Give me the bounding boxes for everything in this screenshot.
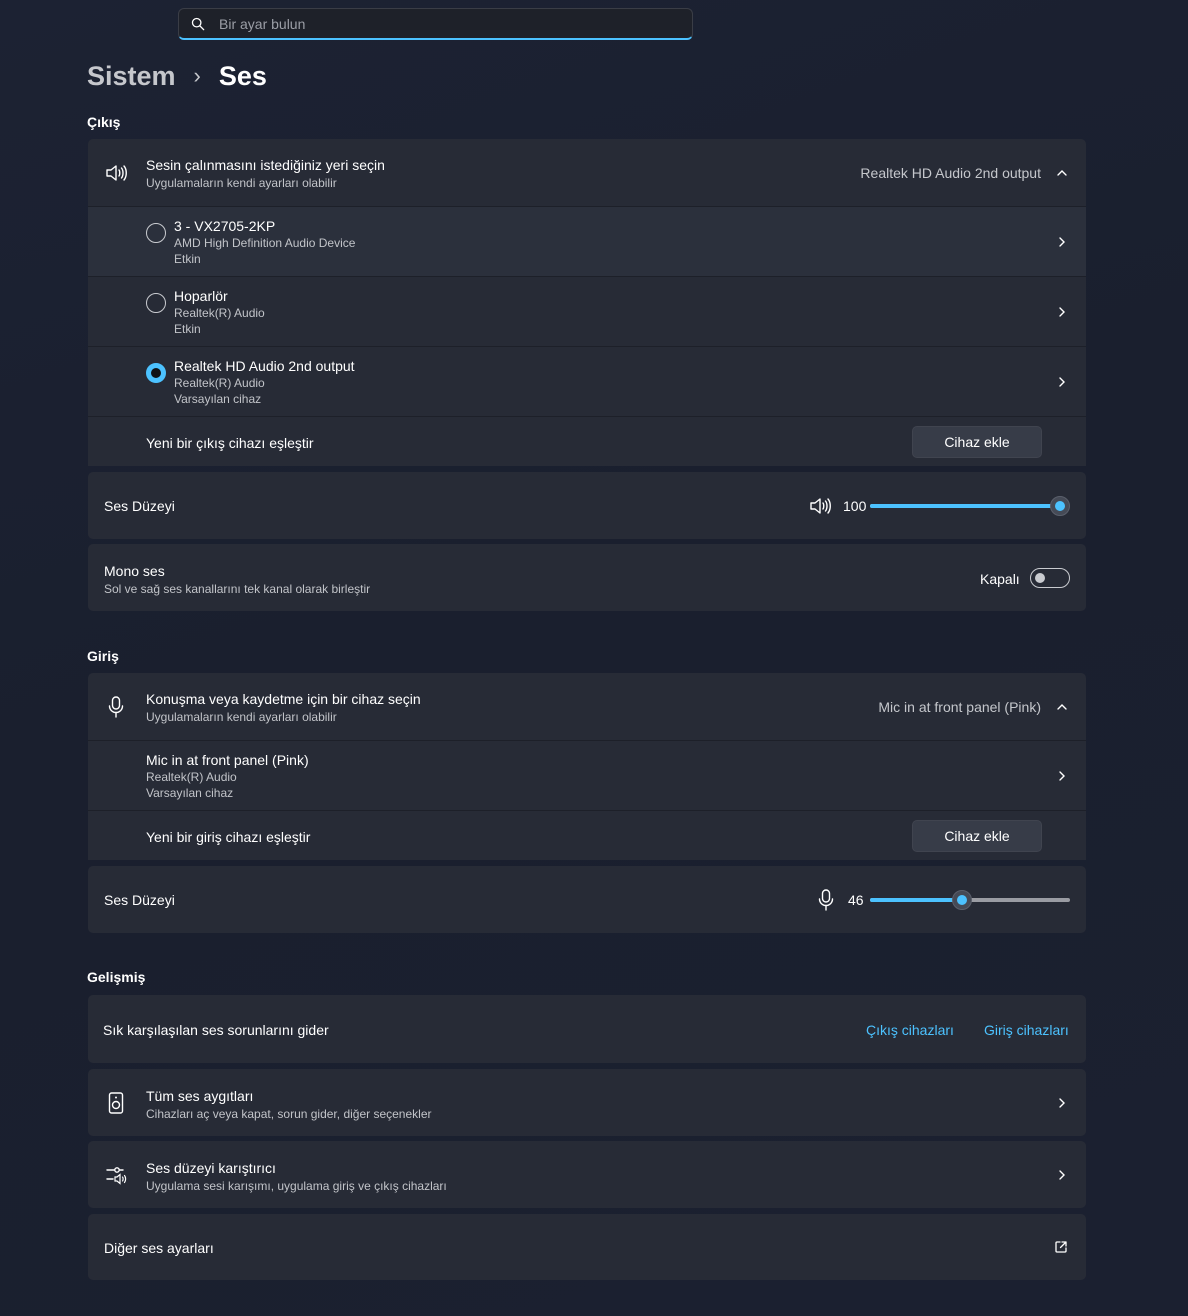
- troubleshoot-card: Sık karşılaşılan ses sorunlarını gider Ç…: [88, 995, 1086, 1063]
- input-selected-device: Mic in at front panel (Pink): [878, 699, 1041, 715]
- mixer-icon: [104, 1163, 128, 1187]
- speaker-icon[interactable]: [808, 495, 832, 517]
- add-output-device-button[interactable]: Cihaz ekle: [912, 426, 1042, 458]
- section-title-input: Giriş: [87, 648, 119, 664]
- search-box[interactable]: [178, 8, 693, 40]
- radio-button[interactable]: [146, 293, 166, 313]
- device-status: Etkin: [174, 322, 201, 336]
- mono-audio-card: Mono ses Sol ve sağ ses kanallarını tek …: [88, 544, 1086, 611]
- radio-button[interactable]: [146, 223, 166, 243]
- section-title-advanced: Gelişmiş: [87, 969, 146, 985]
- chevron-up-icon[interactable]: [1056, 701, 1068, 713]
- microphone-icon[interactable]: [818, 888, 834, 912]
- breadcrumb-separator: ›: [193, 63, 201, 88]
- output-selected-device: Realtek HD Audio 2nd output: [860, 165, 1041, 181]
- breadcrumb-sistem[interactable]: Sistem: [87, 61, 176, 92]
- radio-button-selected[interactable]: [146, 363, 166, 383]
- output-device-row-realtek-2nd[interactable]: Realtek HD Audio 2nd output Realtek(R) A…: [88, 346, 1086, 416]
- chevron-right-icon[interactable]: [1056, 306, 1068, 318]
- output-volume-value: 100: [843, 498, 867, 514]
- chevron-up-icon[interactable]: [1056, 167, 1068, 179]
- input-selector-subtitle: Uygulamaların kendi ayarları olabilir: [146, 710, 337, 724]
- troubleshoot-label: Sık karşılaşılan ses sorunlarını gider: [103, 1022, 329, 1038]
- more-sound-settings-row[interactable]: Diğer ses ayarları: [88, 1214, 1086, 1280]
- chevron-right-icon[interactable]: [1056, 376, 1068, 388]
- all-devices-subtitle: Cihazları aç veya kapat, sorun gider, di…: [146, 1107, 432, 1121]
- chevron-right-icon[interactable]: [1056, 1097, 1068, 1109]
- troubleshoot-output-link[interactable]: Çıkış cihazları: [866, 1022, 954, 1038]
- troubleshoot-input-link[interactable]: Giriş cihazları: [984, 1022, 1069, 1038]
- output-volume-label: Ses Düzeyi: [104, 498, 175, 514]
- output-pair-label: Yeni bir çıkış cihazı eşleştir: [146, 435, 314, 451]
- input-pair-row: Yeni bir giriş cihazı eşleştir Cihaz ekl…: [88, 810, 1086, 860]
- mixer-title: Ses düzeyi karıştırıcı: [146, 1160, 276, 1176]
- toggle-knob: [1035, 573, 1045, 583]
- output-device-selector[interactable]: Sesin çalınmasını istediğiniz yeri seçin…: [88, 139, 1086, 206]
- section-title-output: Çıkış: [87, 114, 121, 130]
- external-link-icon[interactable]: [1054, 1240, 1068, 1254]
- output-volume-card: Ses Düzeyi 100: [88, 472, 1086, 539]
- device-status: Etkin: [174, 252, 201, 266]
- input-pair-label: Yeni bir giriş cihazı eşleştir: [146, 829, 311, 845]
- mono-state-label: Kapalı: [980, 571, 1020, 587]
- input-volume-value: 46: [848, 892, 864, 908]
- device-name: Hoparlör: [174, 288, 228, 304]
- microphone-icon: [106, 695, 126, 719]
- all-sound-devices-row[interactable]: Tüm ses aygıtları Cihazları aç veya kapa…: [88, 1069, 1086, 1136]
- device-driver: Realtek(R) Audio: [174, 306, 265, 320]
- device-name: Realtek HD Audio 2nd output: [174, 358, 355, 374]
- device-status: Varsayılan cihaz: [146, 786, 234, 800]
- input-volume-thumb[interactable]: [952, 890, 972, 910]
- output-pair-row: Yeni bir çıkış cihazı eşleştir Cihaz ekl…: [88, 416, 1086, 466]
- input-volume-label: Ses Düzeyi: [104, 892, 175, 908]
- search-icon: [191, 17, 205, 31]
- add-input-device-button[interactable]: Cihaz ekle: [912, 820, 1042, 852]
- page-title: Ses: [218, 60, 267, 91]
- all-devices-title: Tüm ses aygıtları: [146, 1088, 254, 1104]
- speaker-device-icon: [106, 1091, 126, 1115]
- output-volume-fill: [870, 504, 1060, 508]
- device-driver: AMD High Definition Audio Device: [174, 236, 356, 250]
- device-status: Varsayılan cihaz: [174, 392, 262, 406]
- input-volume-fill: [870, 898, 962, 902]
- mono-toggle[interactable]: [1030, 568, 1070, 588]
- device-name: Mic in at front panel (Pink): [146, 752, 309, 768]
- input-device-selector[interactable]: Konuşma veya kaydetme için bir cihaz seç…: [88, 673, 1086, 740]
- more-sound-settings-label: Diğer ses ayarları: [104, 1240, 214, 1256]
- chevron-right-icon[interactable]: [1056, 236, 1068, 248]
- output-selector-subtitle: Uygulamaların kendi ayarları olabilir: [146, 176, 337, 190]
- output-device-row-hoparlor[interactable]: Hoparlör Realtek(R) Audio Etkin: [88, 276, 1086, 346]
- device-driver: Realtek(R) Audio: [146, 770, 237, 784]
- mono-subtitle: Sol ve sağ ses kanallarını tek kanal ola…: [104, 582, 371, 596]
- mixer-subtitle: Uygulama sesi karışımı, uygulama giriş v…: [146, 1179, 447, 1193]
- output-device-card: Sesin çalınmasını istediğiniz yeri seçin…: [88, 139, 1086, 466]
- speaker-icon: [104, 161, 128, 185]
- input-device-row-mic[interactable]: Mic in at front panel (Pink) Realtek(R) …: [88, 740, 1086, 810]
- chevron-right-icon[interactable]: [1056, 1169, 1068, 1181]
- device-driver: Realtek(R) Audio: [174, 376, 265, 390]
- input-device-card: Konuşma veya kaydetme için bir cihaz seç…: [88, 673, 1086, 860]
- output-selector-title: Sesin çalınmasını istediğiniz yeri seçin: [146, 157, 385, 173]
- input-volume-card: Ses Düzeyi 46: [88, 866, 1086, 933]
- output-volume-thumb[interactable]: [1050, 496, 1070, 516]
- input-selector-title: Konuşma veya kaydetme için bir cihaz seç…: [146, 691, 421, 707]
- device-name: 3 - VX2705-2KP: [174, 218, 276, 234]
- mono-title: Mono ses: [104, 563, 165, 579]
- chevron-right-icon[interactable]: [1056, 770, 1068, 782]
- breadcrumb: Sistem › Ses: [87, 56, 267, 96]
- volume-mixer-row[interactable]: Ses düzeyi karıştırıcı Uygulama sesi kar…: [88, 1141, 1086, 1208]
- search-input[interactable]: [219, 15, 659, 32]
- output-device-row-vx2705[interactable]: 3 - VX2705-2KP AMD High Definition Audio…: [88, 206, 1086, 276]
